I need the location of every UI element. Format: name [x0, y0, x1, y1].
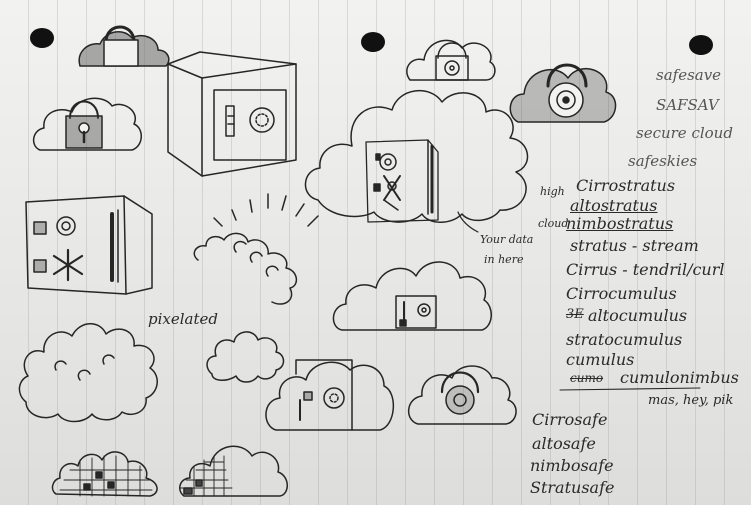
cloud-safe-medium-icon: [332, 261, 492, 331]
cloud-type-item: Cirrocumulus: [566, 284, 677, 303]
cloud-type-item: cumulonimbus: [620, 368, 739, 387]
name-option: nimbosafe: [530, 456, 614, 475]
name-option: safeskies: [628, 152, 698, 170]
cloud-lock-dial-icon: [408, 365, 517, 425]
cloud-lock-sketch-icon: [78, 25, 170, 67]
cloud-scallop-small-icon: [206, 331, 285, 383]
cloud-safe-dial-icon: [265, 359, 395, 431]
safe-open-sketch-icon: [25, 195, 153, 295]
cloud-lock-shaded-icon: [509, 63, 617, 123]
cloud-type-item: Cirrus - tendril/curl: [566, 260, 725, 279]
cloud-type-item: Cirrostratus: [576, 176, 676, 195]
cloud-padlock-sketch-icon: [32, 97, 142, 151]
binder-hole-icon: [689, 35, 713, 55]
cloud-pixel-grid-icon: [51, 451, 158, 497]
name-option: SAFSAV: [656, 96, 719, 114]
name-option: altosafe: [532, 434, 596, 453]
cloud-type-item: altocumulus: [588, 306, 688, 325]
cloud-type-item: stratocumulus: [566, 330, 683, 349]
note-text: mas, hey, pik: [648, 393, 734, 408]
name-option: safesave: [656, 66, 722, 84]
binder-hole-icon: [361, 32, 385, 52]
cloud-type-item: nimbostratus: [566, 214, 674, 233]
altitude-label: cloud: [538, 217, 569, 230]
annotation-your-data: Your data: [480, 233, 534, 246]
binder-hole-icon: [30, 28, 54, 48]
annotation-in-here: in here: [484, 253, 524, 266]
cloud-type-item: cumulus: [566, 350, 635, 369]
cloud-pixel-blocks-icon: [179, 445, 288, 497]
name-option: Stratusafe: [530, 478, 615, 497]
cloud-padlock-outline-icon: [406, 39, 496, 81]
cloud-type-item: stratus - stream: [570, 236, 699, 255]
safe-box-sketch-icon: [167, 51, 297, 177]
crossed-out-text: 3E: [566, 307, 584, 322]
cloud-safe-large-icon: [304, 89, 529, 223]
notebook-page: safesave SAFSAV secure cloud safeskies h…: [0, 0, 751, 505]
cloud-rays-sketch-icon: [193, 193, 319, 305]
name-option: Cirrosafe: [532, 410, 608, 429]
cloud-type-item: altostratus: [570, 196, 658, 215]
name-option: secure cloud: [636, 124, 733, 142]
annotation-pixelated: pixelated: [148, 310, 218, 328]
altitude-label: high: [540, 185, 565, 198]
crossed-out-text: cumo: [570, 371, 604, 385]
cloud-scallop-large-icon: [18, 323, 158, 423]
